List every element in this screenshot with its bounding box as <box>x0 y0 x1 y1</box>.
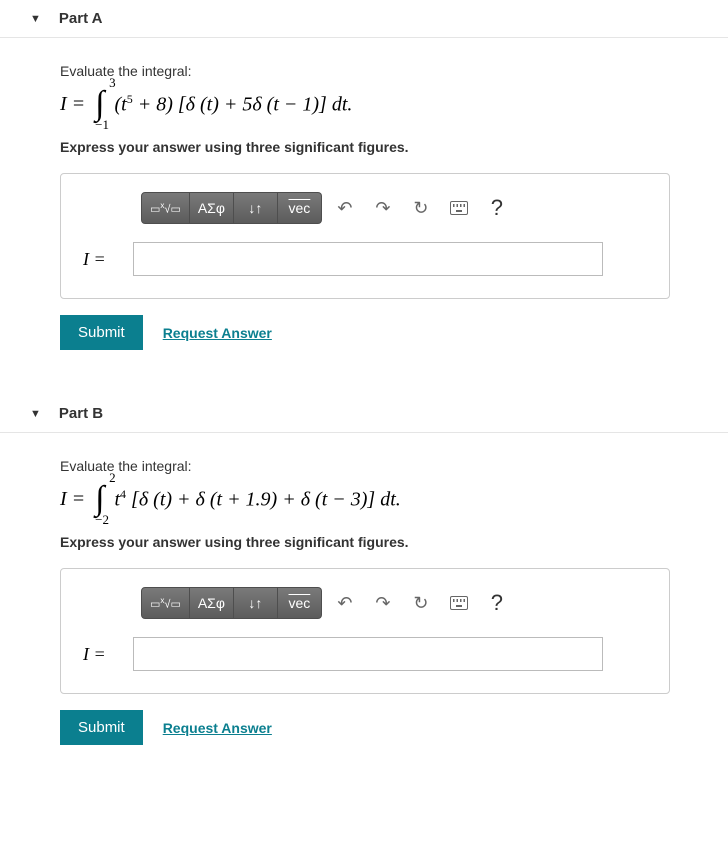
math-prefix: I = <box>60 488 85 511</box>
subsup-icon: ↓↑ <box>248 595 262 611</box>
integral-upper: 3 <box>109 75 116 91</box>
math-prefix: I = <box>60 93 85 116</box>
answer-toolbar: ▭x√▭ ΑΣφ ↓↑ vec ↶ ↷ ↻ ? <box>141 587 647 619</box>
input-label: I = <box>83 249 123 270</box>
submit-button[interactable]: Submit <box>60 315 143 350</box>
integral-lower: −2 <box>95 512 109 528</box>
prompt-text: Evaluate the integral: <box>60 63 693 79</box>
answer-box: ▭x√▭ ΑΣφ ↓↑ vec ↶ ↷ ↻ ? <box>60 568 670 694</box>
math-body: (t5 + 8) [δ (t) + 5δ (t − 1)] dt. <box>114 92 352 117</box>
reset-button[interactable]: ↻ <box>406 587 436 619</box>
reset-icon: ↻ <box>413 593 428 614</box>
redo-button[interactable]: ↷ <box>368 192 398 224</box>
templates-button[interactable]: ▭x√▭ <box>141 587 190 619</box>
vec-label: vec <box>289 200 311 216</box>
templates-icon: ▭x√▭ <box>150 596 181 611</box>
greek-button[interactable]: ΑΣφ <box>190 192 234 224</box>
keyboard-button[interactable] <box>444 587 474 619</box>
part-b-header[interactable]: ▼ Part B <box>0 395 728 433</box>
math-expression: I = 3 ∫ −1 (t5 + 8) [δ (t) + 5δ (t − 1)]… <box>60 87 693 121</box>
subsup-button[interactable]: ↓↑ <box>234 192 278 224</box>
part-title: Part A <box>59 10 103 27</box>
keyboard-button[interactable] <box>444 192 474 224</box>
greek-button[interactable]: ΑΣφ <box>190 587 234 619</box>
undo-icon: ↶ <box>337 593 352 614</box>
submit-button[interactable]: Submit <box>60 710 143 745</box>
undo-button[interactable]: ↶ <box>330 587 360 619</box>
redo-icon: ↷ <box>375 593 390 614</box>
undo-button[interactable]: ↶ <box>330 192 360 224</box>
part-title: Part B <box>59 405 103 422</box>
answer-input[interactable] <box>133 637 603 671</box>
subsup-button[interactable]: ↓↑ <box>234 587 278 619</box>
greek-label: ΑΣφ <box>198 595 225 611</box>
input-label: I = <box>83 644 123 665</box>
caret-down-icon: ▼ <box>30 13 41 25</box>
instruction-text: Express your answer using three signific… <box>60 139 693 155</box>
help-button[interactable]: ? <box>482 587 512 619</box>
request-answer-link[interactable]: Request Answer <box>163 325 272 341</box>
math-expression: I = 2 ∫ −2 t4 [δ (t) + δ (t + 1.9) + δ (… <box>60 482 693 516</box>
part-a-header[interactable]: ▼ Part A <box>0 0 728 38</box>
redo-icon: ↷ <box>375 198 390 219</box>
help-button[interactable]: ? <box>482 192 512 224</box>
answer-toolbar: ▭x√▭ ΑΣφ ↓↑ vec ↶ ↷ ↻ ? <box>141 192 647 224</box>
vec-button[interactable]: vec <box>278 587 322 619</box>
keyboard-icon <box>450 201 468 215</box>
answer-box: ▭x√▭ ΑΣφ ↓↑ vec ↶ ↷ ↻ ? <box>60 173 670 299</box>
answer-input[interactable] <box>133 242 603 276</box>
vec-label: vec <box>289 595 311 611</box>
greek-label: ΑΣφ <box>198 200 225 216</box>
templates-button[interactable]: ▭x√▭ <box>141 192 190 224</box>
help-label: ? <box>491 590 503 616</box>
reset-icon: ↻ <box>413 198 428 219</box>
integral-upper: 2 <box>109 470 116 486</box>
undo-icon: ↶ <box>337 198 352 219</box>
vec-button[interactable]: vec <box>278 192 322 224</box>
redo-button[interactable]: ↷ <box>368 587 398 619</box>
templates-icon: ▭x√▭ <box>150 201 181 216</box>
integral-lower: −1 <box>95 117 109 133</box>
caret-down-icon: ▼ <box>30 408 41 420</box>
request-answer-link[interactable]: Request Answer <box>163 720 272 736</box>
prompt-text: Evaluate the integral: <box>60 458 693 474</box>
subsup-icon: ↓↑ <box>248 200 262 216</box>
math-body: t4 [δ (t) + δ (t + 1.9) + δ (t − 3)] dt. <box>114 487 400 512</box>
help-label: ? <box>491 195 503 221</box>
reset-button[interactable]: ↻ <box>406 192 436 224</box>
instruction-text: Express your answer using three signific… <box>60 534 693 550</box>
keyboard-icon <box>450 596 468 610</box>
